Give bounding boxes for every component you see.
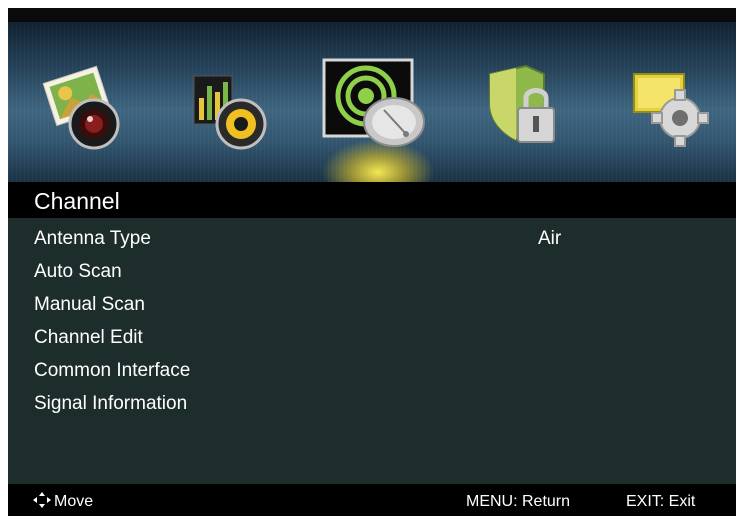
menu-icon-bar [8, 22, 736, 182]
menu-item-antenna-type[interactable]: Antenna Type Air [8, 222, 736, 254]
menu-item-label: Manual Scan [34, 294, 145, 315]
setup-icon[interactable] [626, 60, 716, 160]
menu-item-signal-information[interactable]: Signal Information [8, 387, 736, 419]
menu-item-label: Channel Edit [34, 327, 143, 348]
antenna-type-value: Air [538, 228, 562, 249]
footer-hint-bar: Move MENU: Return EXIT: Exit [8, 484, 736, 516]
exit-hint: EXIT: Exit [626, 493, 696, 510]
menu-item-channel-edit[interactable]: Channel Edit [8, 321, 736, 353]
menu-item-common-interface[interactable]: Common Interface [8, 354, 736, 386]
lock-icon[interactable] [482, 60, 572, 160]
menu-item-label: Auto Scan [34, 261, 122, 282]
menu-title-bar: Channel [8, 182, 736, 218]
menu-item-label: Antenna Type [34, 228, 151, 249]
picture-icon[interactable] [38, 60, 128, 160]
menu-return-hint: MENU: Return [466, 493, 571, 510]
sound-icon[interactable] [186, 60, 276, 160]
move-hint: Move [54, 493, 94, 510]
menu-item-label: Common Interface [34, 360, 191, 381]
channel-icon[interactable] [320, 52, 432, 162]
menu-item-label: Signal Information [34, 393, 188, 414]
menu-item-auto-scan[interactable]: Auto Scan [8, 255, 736, 287]
tv-osd-menu: Channel Antenna Type Air Auto Scan Manua… [8, 8, 736, 516]
move-arrows-icon [32, 491, 52, 514]
channel-menu-list: Antenna Type Air Auto Scan Manual Scan C… [8, 218, 736, 484]
menu-title: Channel [34, 188, 120, 214]
menu-item-manual-scan[interactable]: Manual Scan [8, 288, 736, 320]
